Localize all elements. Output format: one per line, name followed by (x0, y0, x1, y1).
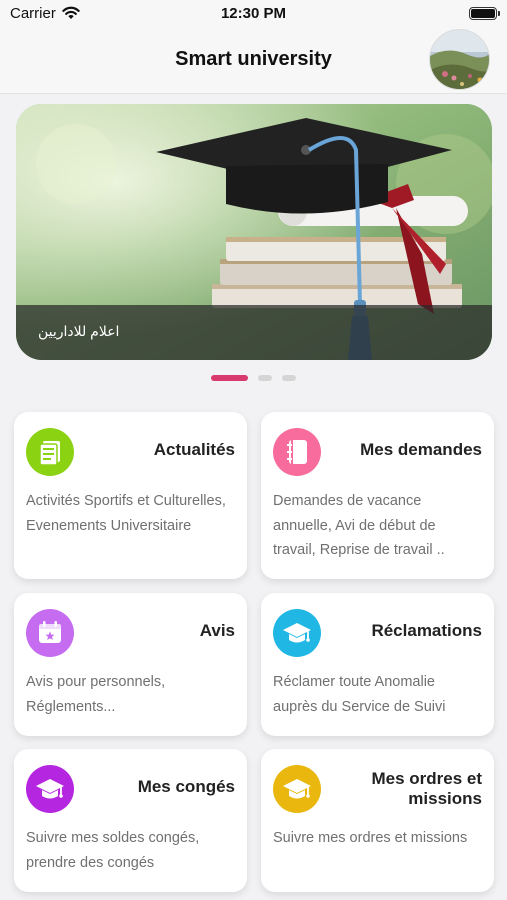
card-description: Suivre mes ordres et missions (273, 830, 468, 846)
card-mes-ordres-missions[interactable]: Mes ordres et missions Suivre mes ordres… (261, 749, 494, 892)
carousel-dot[interactable] (258, 375, 272, 381)
graduation-cap-icon (26, 765, 74, 813)
carousel-dot[interactable] (282, 375, 296, 381)
status-time: 12:30 PM (220, 5, 287, 22)
battery-icon (469, 7, 500, 20)
carousel-dot-active[interactable] (211, 375, 248, 381)
calendar-star-icon (26, 609, 74, 657)
avatar-image (430, 30, 489, 89)
news-icon (26, 428, 74, 476)
card-description: Activités Sportifs et Culturelles, Evene… (26, 493, 226, 534)
card-title: Actualités (153, 440, 235, 459)
card-title: Mes congés (137, 777, 235, 796)
banner-caption: اعلام للاداريين (16, 305, 492, 360)
card-title: Mes demandes (360, 440, 482, 459)
card-description: Suivre mes soldes congés, prendre des co… (26, 830, 200, 871)
status-bar: Carrier 12:30 PM (0, 0, 507, 28)
card-description: Demandes de vacance annuelle, Avi de déb… (273, 493, 445, 558)
graduation-cap-icon (273, 609, 321, 657)
card-actualites[interactable]: Actualités Activités Sportifs et Culture… (14, 412, 247, 579)
app-bar: Smart university (0, 28, 507, 94)
card-title: Mes ordres et missions (371, 769, 482, 808)
card-description: Avis pour personnels, Réglements... (26, 674, 166, 715)
card-reclamations[interactable]: Réclamations Réclamer toute Anomalie aup… (261, 593, 494, 736)
card-title: Avis (199, 621, 235, 640)
graduation-cap-icon (273, 765, 321, 813)
card-avis[interactable]: Avis Avis pour personnels, Réglements... (14, 593, 247, 736)
card-description: Réclamer toute Anomalie auprès du Servic… (273, 674, 446, 715)
card-mes-conges[interactable]: Mes congés Suivre mes soldes congés, pre… (14, 749, 247, 892)
banner-caption-text: اعلام للاداريين (38, 323, 120, 339)
card-title: Réclamations (371, 621, 482, 640)
carousel-indicator (0, 375, 507, 381)
profile-avatar[interactable] (429, 29, 490, 90)
card-mes-demandes[interactable]: Mes demandes Demandes de vacance annuell… (261, 412, 494, 579)
banner-carousel[interactable]: اعلام للاداريين (16, 104, 492, 360)
notebook-icon (273, 428, 321, 476)
